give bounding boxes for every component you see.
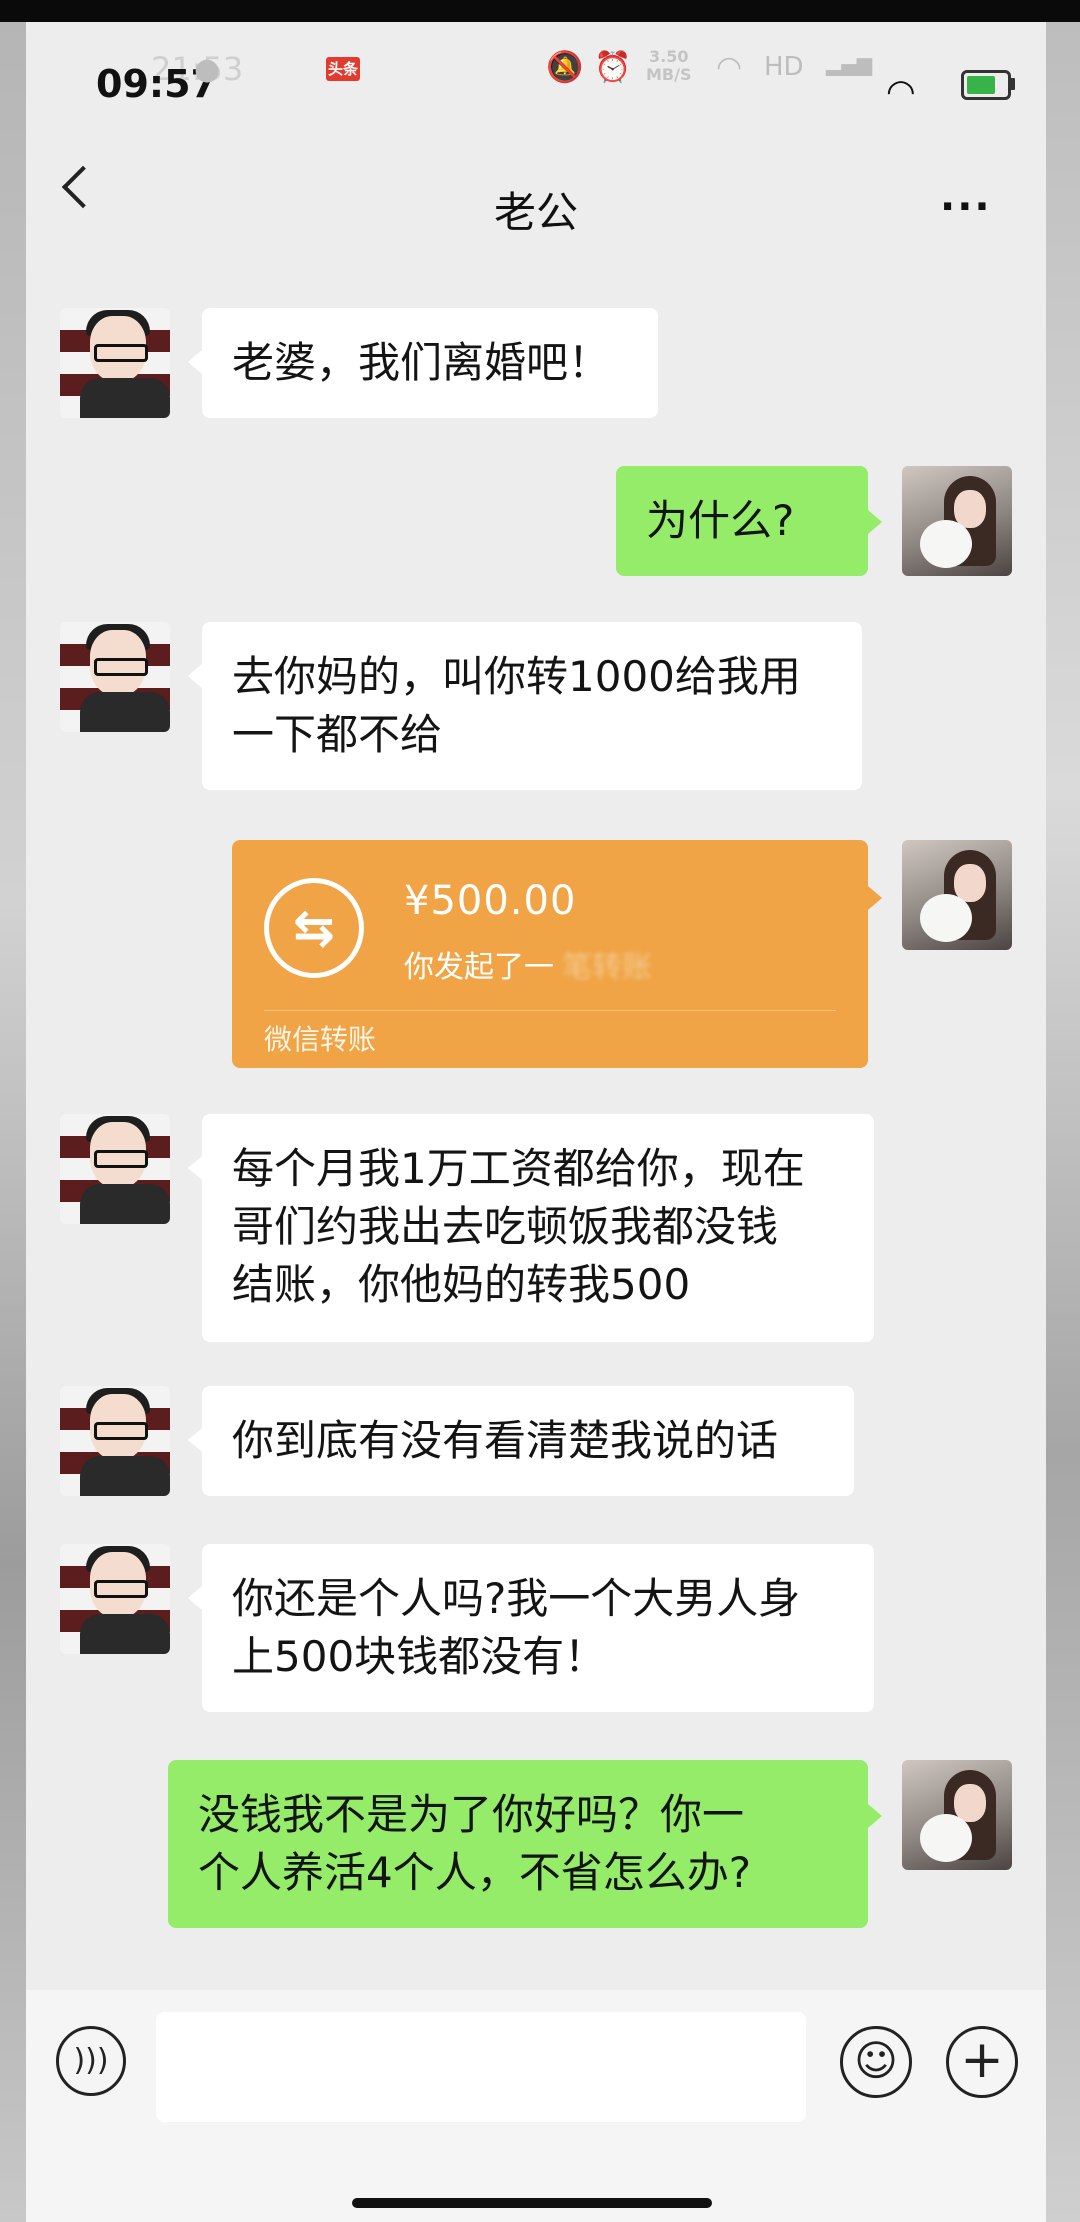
right-edge-blur xyxy=(1046,22,1080,2222)
bubble-tail xyxy=(188,1156,202,1180)
home-indicator[interactable] xyxy=(352,2198,712,2208)
avatar-husband[interactable] xyxy=(60,308,170,418)
message-line: 上500块钱都没有！ xyxy=(232,1632,607,1681)
message-line: 个人养活4个人，不省怎么办? xyxy=(198,1848,752,1897)
message-bubble-in[interactable]: 老婆，我们离婚吧！ xyxy=(202,308,658,418)
net-speed: 3.50 MB/S xyxy=(646,47,692,84)
transfer-card[interactable]: ⇆ ¥500.00 你发起了一 笔转账 微信转账 xyxy=(232,840,868,1068)
message-bubble-out[interactable]: 没钱我不是为了你好吗？你一 个人养活4个人，不省怎么办? xyxy=(168,1760,868,1928)
battery-icon xyxy=(961,70,1011,100)
transfer-label: 微信转账 xyxy=(264,1023,377,1056)
transfer-amount: ¥500.00 xyxy=(404,878,577,924)
transfer-note: 你发起了一 xyxy=(404,950,554,985)
bubble-tail xyxy=(188,1428,202,1452)
message-bubble-out[interactable]: 为什么? xyxy=(616,466,868,576)
bubble-tail xyxy=(188,1586,202,1610)
transfer-icon: ⇆ xyxy=(264,878,364,978)
message-line: 去你妈的，叫你转1000给我用 xyxy=(232,652,801,701)
message-text: 老婆，我们离婚吧！ xyxy=(232,338,611,387)
bubble-tail xyxy=(188,350,202,374)
battery-tip xyxy=(1010,78,1015,90)
avatar-husband[interactable] xyxy=(60,622,170,732)
message-input[interactable] xyxy=(156,2012,806,2122)
chat-screen: 21:53 09:57 ● 头条 🔕 ⏰ 3.50 MB/S ◠ HD ▂▄▆ … xyxy=(26,22,1046,2222)
avatar-wife[interactable] xyxy=(902,466,1012,576)
chat-header: 老公 ··· xyxy=(26,132,1046,262)
message-line: 结账，你他妈的转我500 xyxy=(232,1260,691,1309)
message-line: 没钱我不是为了你好吗？你一 xyxy=(198,1790,745,1839)
bubble-tail xyxy=(868,1804,882,1828)
network-label: HD xyxy=(764,52,804,82)
wechat-icon: ● xyxy=(194,52,221,87)
message-text: 你到底有没有看清楚我说的话 xyxy=(232,1416,779,1465)
avatar-husband[interactable] xyxy=(60,1386,170,1496)
message-line: 一下都不给 xyxy=(232,710,443,759)
emoji-icon[interactable]: ☺ xyxy=(840,2026,912,2098)
message-text: 为什么? xyxy=(646,496,795,545)
bubble-tail xyxy=(868,510,882,534)
avatar-wife[interactable] xyxy=(902,1760,1012,1870)
left-edge-blur xyxy=(0,22,26,2222)
mute-icon: 🔕 xyxy=(546,50,584,85)
message-bubble-in[interactable]: 去你妈的，叫你转1000给我用 一下都不给 xyxy=(202,622,862,790)
input-bar: ))) ☺ + xyxy=(26,1990,1046,2222)
message-line: 你还是个人吗?我一个大男人身 xyxy=(232,1574,801,1623)
top-black-band xyxy=(0,0,1080,22)
message-bubble-in[interactable]: 你到底有没有看清楚我说的话 xyxy=(202,1386,854,1496)
avatar-wife[interactable] xyxy=(902,840,1012,950)
transfer-divider xyxy=(264,1010,836,1011)
bubble-tail xyxy=(868,886,882,910)
message-line: 每个月我1万工资都给你，现在 xyxy=(232,1144,805,1193)
transfer-note-hidden: 笔转账 xyxy=(562,950,652,985)
signal-icon: ▂▄▆ xyxy=(826,52,873,76)
alarm-icon: ⏰ xyxy=(594,50,632,85)
bubble-tail xyxy=(188,664,202,688)
status-bar: 21:53 09:57 ● 头条 🔕 ⏰ 3.50 MB/S ◠ HD ▂▄▆ … xyxy=(26,22,1046,132)
wifi-ghost-icon: ◠ xyxy=(716,50,743,85)
plus-icon[interactable]: + xyxy=(946,2026,1018,2098)
message-bubble-in[interactable]: 每个月我1万工资都给你，现在 哥们约我出去吃顿饭我都没钱 结账，你他妈的转我50… xyxy=(202,1114,874,1342)
more-options-button[interactable]: ··· xyxy=(940,184,992,230)
toutiao-icon: 头条 xyxy=(326,57,360,81)
chat-title: 老公 xyxy=(493,188,578,237)
avatar-husband[interactable] xyxy=(60,1114,170,1224)
message-bubble-in[interactable]: 你还是个人吗?我一个大男人身 上500块钱都没有！ xyxy=(202,1544,874,1712)
avatar-husband[interactable] xyxy=(60,1544,170,1654)
message-line: 哥们约我出去吃顿饭我都没钱 xyxy=(232,1202,779,1251)
wifi-icon: ◠ xyxy=(886,72,916,112)
voice-icon[interactable]: ))) xyxy=(56,2026,126,2096)
